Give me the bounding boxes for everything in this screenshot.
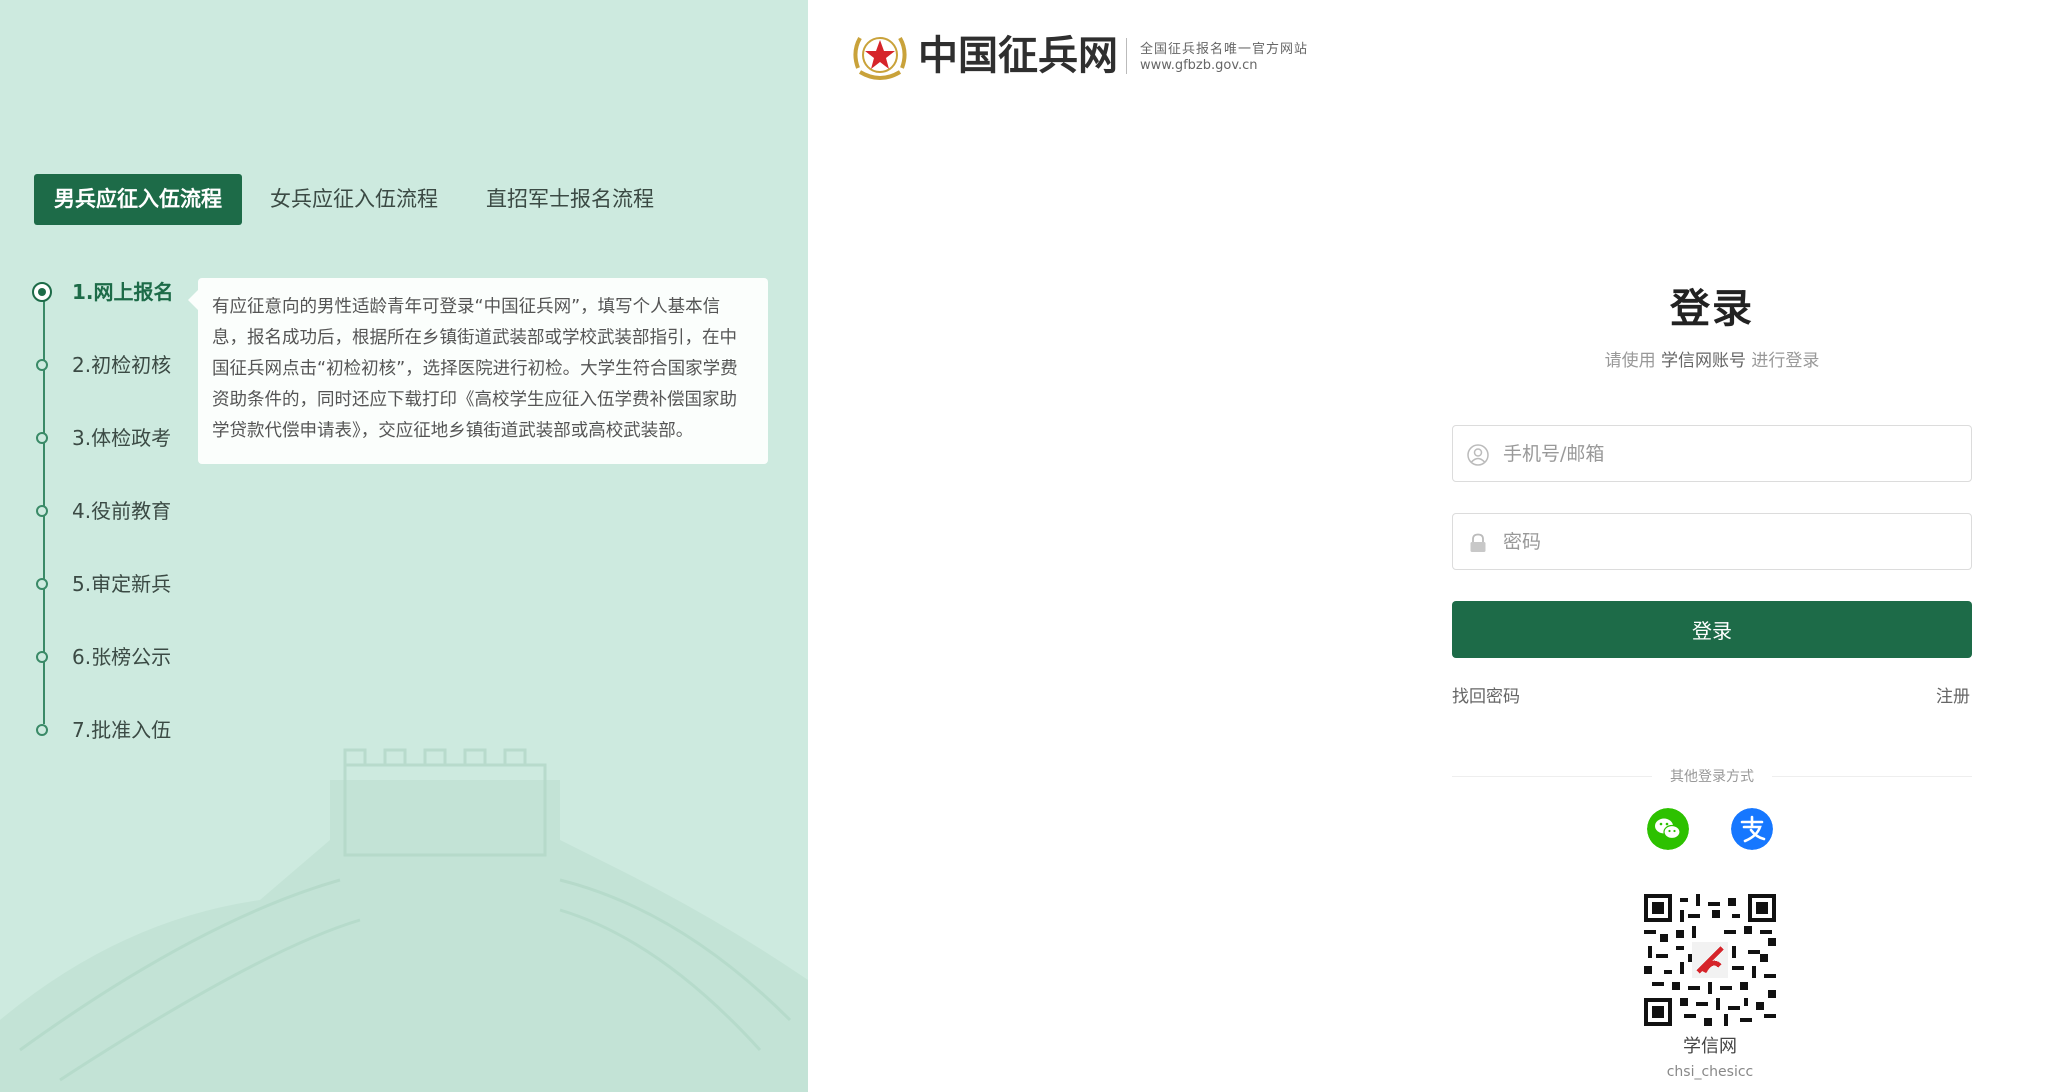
qr-account-id: chsi_chesicc xyxy=(1666,1064,1754,1080)
step-item-recruit-approval[interactable]: 5.审定新兵 xyxy=(30,570,230,600)
step-label: 3.体检政考 xyxy=(72,426,172,450)
step-dot-icon xyxy=(36,432,48,444)
step-dot-icon xyxy=(36,724,48,736)
flow-panel: 男兵应征入伍流程 女兵应征入伍流程 直招军士报名流程 1.网上报名 2.初检初核… xyxy=(0,0,808,1092)
step-label: 5.审定新兵 xyxy=(72,572,172,596)
wechat-login-icon[interactable] xyxy=(1647,808,1689,850)
site-subtitle: 全国征兵报名唯一官方网站 xyxy=(1140,42,1309,57)
step-item-pre-service-education[interactable]: 4.役前教育 xyxy=(30,497,230,527)
username-input[interactable] xyxy=(1503,426,1953,481)
login-subtitle-account: 学信网账号 xyxy=(1661,351,1746,371)
step-dot-icon xyxy=(36,578,48,590)
step-label: 2.初检初核 xyxy=(72,353,172,377)
lock-icon xyxy=(1470,533,1486,552)
register-link[interactable]: 注册 xyxy=(1936,682,1970,707)
user-icon xyxy=(1467,444,1489,466)
site-title: 中国征兵网 xyxy=(918,32,1118,79)
tab-sergeant-flow[interactable]: 直招军士报名流程 xyxy=(486,174,654,225)
step-dot-icon xyxy=(36,505,48,517)
brand-divider xyxy=(1126,38,1127,74)
login-subtitle-suffix: 进行登录 xyxy=(1751,351,1820,371)
login-button[interactable]: 登录 xyxy=(1452,601,1972,658)
alipay-login-icon[interactable] xyxy=(1731,808,1773,850)
step-dot-icon xyxy=(36,359,48,371)
login-subtitle: 请使用 学信网账号 进行登录 xyxy=(1452,346,1972,371)
chsi-qr-code[interactable] xyxy=(1644,894,1776,1026)
tab-male-flow[interactable]: 男兵应征入伍流程 xyxy=(34,174,242,225)
step-label: 7.批准入伍 xyxy=(72,718,172,742)
step-item-enlistment-approved[interactable]: 7.批准入伍 xyxy=(30,716,230,746)
site-url: www.gfbzb.gov.cn xyxy=(1140,58,1258,73)
password-input[interactable] xyxy=(1503,514,1953,569)
other-login-label: 其他登录方式 xyxy=(1652,766,1772,786)
great-wall-illustration xyxy=(0,748,808,1092)
step-dot-icon xyxy=(36,651,48,663)
step-item-public-notice[interactable]: 6.张榜公示 xyxy=(30,643,230,673)
password-field[interactable] xyxy=(1452,513,1972,570)
step-description: 有应征意向的男性适龄青年可登录“中国征兵网”，填写个人基本信息，报名成功后，根据… xyxy=(188,278,768,464)
step-label: 1.网上报名 xyxy=(72,280,174,304)
login-subtitle-prefix: 请使用 xyxy=(1604,351,1656,371)
step-active-dot-icon xyxy=(32,282,52,302)
forgot-password-link[interactable]: 找回密码 xyxy=(1452,682,1520,707)
step-label: 4.役前教育 xyxy=(72,499,172,523)
login-title: 登录 xyxy=(1670,286,1754,332)
army-star-emblem-icon xyxy=(853,37,907,80)
username-field[interactable] xyxy=(1452,425,1972,482)
qr-label: 学信网 xyxy=(1683,1036,1737,1057)
step-label: 6.张榜公示 xyxy=(72,645,172,669)
tab-female-flow[interactable]: 女兵应征入伍流程 xyxy=(270,174,438,225)
